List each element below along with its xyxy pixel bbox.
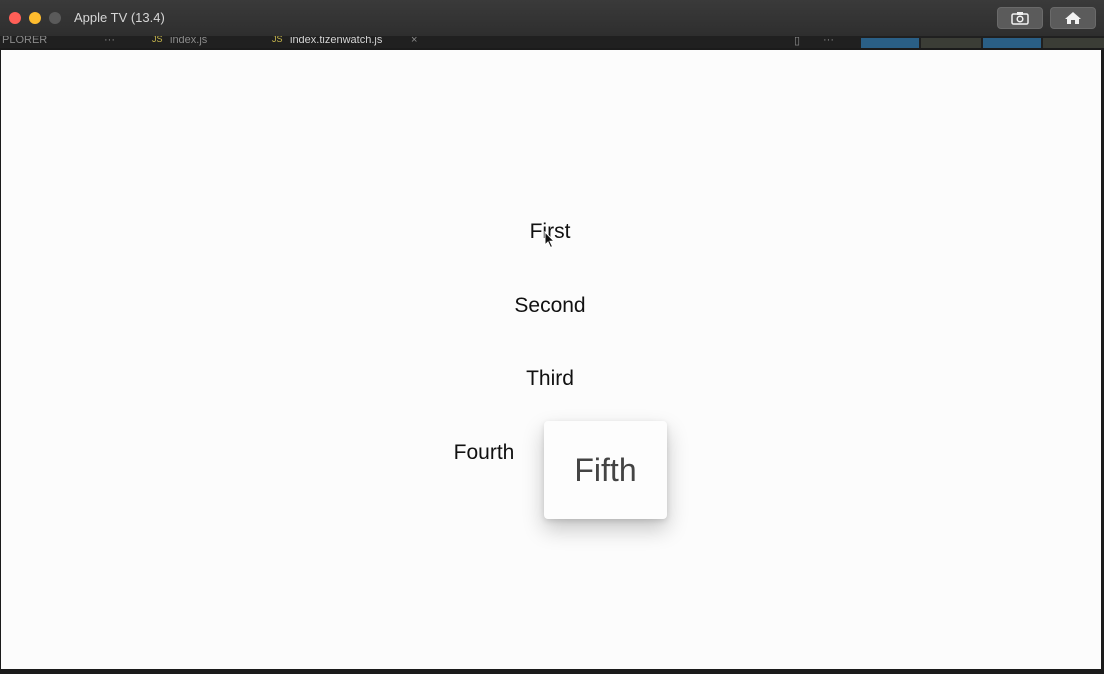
mouse-cursor-icon — [544, 231, 556, 249]
background-block — [921, 38, 981, 48]
screenshot-button[interactable] — [997, 7, 1043, 29]
editor-tab-index: index.js — [170, 36, 208, 46]
more-icon: ··· — [104, 36, 115, 46]
maximize-window-button[interactable] — [49, 12, 61, 24]
js-file-icon: JS — [272, 36, 283, 44]
window-titlebar: Apple TV (13.4) — [0, 0, 1104, 37]
background-block — [861, 38, 919, 48]
window-title: Apple TV (13.4) — [74, 10, 165, 25]
close-window-button[interactable] — [9, 12, 21, 24]
menu-item-fifth-label: Fifth — [574, 451, 637, 488]
home-icon — [1065, 12, 1081, 24]
tv-screen: First Second Third Fourth Fifth — [1, 50, 1101, 669]
more-icon: ··· — [823, 36, 834, 46]
explorer-label: PLORER — [2, 36, 48, 46]
window-bottom-edge — [0, 669, 1104, 674]
minimize-window-button[interactable] — [29, 12, 41, 24]
background-block — [983, 38, 1041, 48]
background-block — [1043, 38, 1104, 48]
background-editor-strip: PLORER ··· JS index.js JS index.tizenwat… — [0, 36, 1104, 48]
editor-tab-tizenwatch: index.tizenwatch.js — [290, 36, 383, 46]
menu-item-fourth[interactable]: Fourth — [454, 441, 515, 465]
js-file-icon: JS — [152, 36, 163, 44]
menu-item-second[interactable]: Second — [514, 294, 585, 318]
menu-item-fifth-focused[interactable]: Fifth — [544, 421, 667, 519]
menu-item-third[interactable]: Third — [526, 367, 574, 391]
split-editor-icon: ▯ — [794, 36, 801, 47]
close-tab-icon: × — [411, 36, 418, 46]
camera-icon — [1011, 12, 1029, 25]
home-button[interactable] — [1050, 7, 1096, 29]
